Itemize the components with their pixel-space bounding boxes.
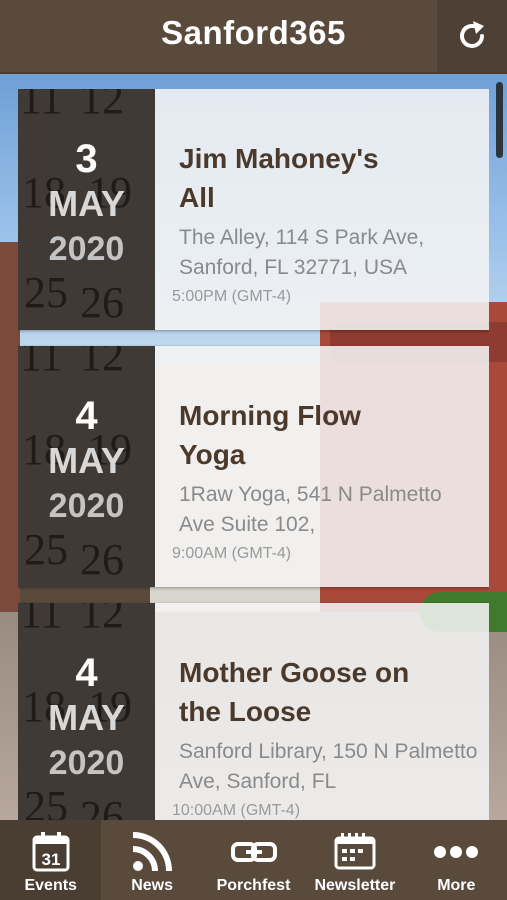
event-address: The Alley, 114 S Park Ave, Sanford, FL 3… bbox=[179, 226, 425, 279]
event-details[interactable]: Mother Goose on the Loose Sanford Librar… bbox=[155, 603, 489, 820]
event-date-tile: 11 12 18 19 25 26 3 MAY 2020 bbox=[18, 89, 155, 330]
event-details[interactable]: Morning Flow Yoga 1Raw Yoga, 541 N Palme… bbox=[155, 346, 489, 587]
tab-porchfest[interactable]: Porchfest bbox=[203, 820, 304, 900]
app-title: Sanford365 bbox=[161, 14, 346, 51]
tab-label: Events bbox=[24, 877, 77, 894]
refresh-button[interactable] bbox=[437, 0, 507, 72]
tab-label: Newsletter bbox=[314, 877, 396, 894]
event-year: 2020 bbox=[48, 230, 125, 268]
tab-more[interactable]: More bbox=[406, 820, 507, 900]
tab-label: News bbox=[131, 877, 173, 894]
event-month: MAY bbox=[48, 183, 125, 224]
event-day: 3 bbox=[75, 137, 98, 181]
event-month: MAY bbox=[48, 697, 125, 738]
calendar-badge: 31 bbox=[41, 850, 60, 869]
event-month: MAY bbox=[48, 440, 125, 481]
bottom-tab-bar: 31 Events News Porchfest Newsletter More bbox=[0, 820, 507, 900]
rss-icon bbox=[132, 832, 173, 872]
event-card[interactable]: 11 12 18 19 25 26 4 MAY 2020 Morning Flow Y… bbox=[18, 346, 489, 587]
event-card[interactable]: 11 12 18 19 25 26 4 MAY 2020 Mother Goose o… bbox=[18, 603, 489, 820]
newsletter-icon bbox=[334, 833, 376, 870]
app-header: Sanford365 bbox=[0, 0, 507, 74]
event-day: 4 bbox=[75, 394, 98, 438]
event-year: 2020 bbox=[48, 744, 125, 782]
event-title: Morning Flow Yoga bbox=[179, 400, 361, 470]
event-year: 2020 bbox=[48, 487, 125, 525]
event-address: Sanford Library, 150 N Palmetto Ave, San… bbox=[179, 740, 478, 793]
background-building-left bbox=[0, 242, 20, 672]
event-date-tile: 11 12 18 19 25 26 4 MAY 2020 bbox=[18, 603, 155, 820]
event-title: Jim Mahoney's All bbox=[179, 143, 379, 213]
tab-events[interactable]: 31 Events bbox=[0, 820, 102, 900]
tab-news[interactable]: News bbox=[101, 820, 202, 900]
event-day: 4 bbox=[75, 651, 98, 695]
event-list[interactable]: 11 12 18 19 25 26 3 MAY 2020 Jim Mahoney's … bbox=[18, 89, 489, 820]
calendar-icon: 31 bbox=[32, 832, 70, 872]
event-address: 1Raw Yoga, 541 N Palmetto Ave Suite 102, bbox=[179, 483, 442, 536]
more-dots-icon bbox=[434, 846, 479, 858]
event-time: 10:00AM (GMT-4) bbox=[172, 802, 301, 819]
scrollbar-thumb[interactable] bbox=[496, 82, 503, 158]
refresh-icon bbox=[460, 21, 484, 48]
event-time: 5:00PM (GMT-4) bbox=[172, 288, 292, 305]
tab-newsletter[interactable]: Newsletter bbox=[304, 820, 405, 900]
event-title: Mother Goose on the Loose bbox=[179, 657, 410, 727]
tab-label: More bbox=[437, 877, 476, 894]
event-date-tile: 11 12 18 19 25 26 4 MAY 2020 bbox=[18, 346, 155, 587]
event-details[interactable]: Jim Mahoney's All The Alley, 114 S Park … bbox=[155, 89, 489, 330]
event-time: 9:00AM (GMT-4) bbox=[172, 545, 292, 562]
tab-label: Porchfest bbox=[216, 877, 291, 894]
link-icon bbox=[230, 842, 277, 862]
event-card[interactable]: 11 12 18 19 25 26 3 MAY 2020 Jim Mahoney's … bbox=[18, 89, 489, 330]
